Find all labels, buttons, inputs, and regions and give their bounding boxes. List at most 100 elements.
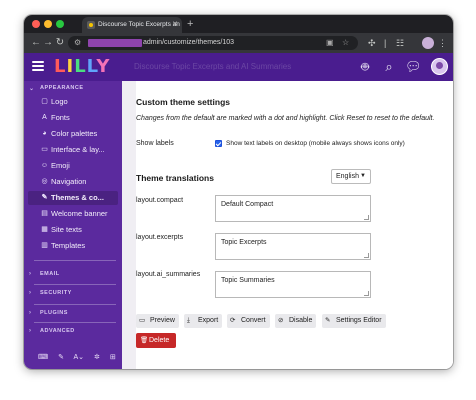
favicon-icon xyxy=(87,21,95,29)
sidebar-item-logo[interactable]: ▢ Logo xyxy=(28,95,118,109)
trash-icon: 🗑︎ xyxy=(140,337,149,344)
show-labels-description: Show text labels on desktop (mobile alwa… xyxy=(226,140,405,147)
compass-icon: ◎ xyxy=(41,178,48,185)
logo-letter: L xyxy=(86,56,97,77)
grid-icon[interactable]: ⊞ xyxy=(110,354,116,361)
preview-button[interactable]: ▭ Preview xyxy=(136,314,179,328)
logo-letter: L xyxy=(74,56,87,77)
address-bar[interactable]: ⚙ admin/customize/themes/103 ▣ ☆ xyxy=(68,36,358,50)
sidebar-item-themes[interactable]: ✎ Themes & co... xyxy=(28,191,118,205)
smile-icon: ☺ xyxy=(40,162,49,169)
extensions-icon[interactable]: ✣ xyxy=(368,36,376,50)
search-icon[interactable]: ⌕ xyxy=(381,59,397,75)
keyboard-icon[interactable]: ⌨ xyxy=(38,354,48,361)
forward-arrow-icon[interactable]: → xyxy=(42,36,54,50)
banner-icon: ▤ xyxy=(41,210,48,217)
gear-icon[interactable]: ✲ xyxy=(94,354,100,361)
browser-toolbar: ← → ↻ ⚙ admin/customize/themes/103 ▣ ☆ ✣… xyxy=(24,33,453,53)
more-menu-icon[interactable]: ⋮ xyxy=(438,36,447,50)
font-size-icon[interactable]: A⌄ xyxy=(74,354,85,361)
reload-icon[interactable]: ↻ xyxy=(54,36,66,50)
sidebar-section-appearance[interactable]: ⌄ APPEARANCE xyxy=(29,85,84,92)
sidebar-footer: ⌨ ✎ A⌄ ✲ ⊞ xyxy=(38,353,122,361)
custom-settings-subtitle: Changes from the default are marked with… xyxy=(136,115,435,122)
robot-icon[interactable]: 🤖︎ xyxy=(357,59,373,75)
sidebar-item-site-texts[interactable]: ▦ Site texts xyxy=(28,223,118,237)
hamburger-menu-icon[interactable] xyxy=(32,59,44,73)
pencil-icon: ✎ xyxy=(325,317,331,324)
ban-icon: ⊘ xyxy=(278,317,284,324)
plus-icon[interactable]: + xyxy=(187,16,193,32)
disable-button[interactable]: ⊘ Disable xyxy=(275,314,317,328)
sidebar-item-welcome-banner[interactable]: ▤ Welcome banner xyxy=(28,207,118,221)
reading-list-icon[interactable]: ☷ xyxy=(396,36,404,50)
sidebar-item-color-palettes[interactable]: ◕ Color palettes xyxy=(28,127,118,141)
palette-icon: ◕ xyxy=(42,130,47,137)
user-avatar[interactable] xyxy=(431,58,448,75)
image-icon: ▢ xyxy=(41,98,48,105)
chevron-right-icon: › xyxy=(29,310,32,316)
sidebar-section-plugins[interactable]: › PLUGINS xyxy=(29,310,68,316)
site-logo[interactable]: LILLY xyxy=(54,57,110,77)
window-zoom-button[interactable] xyxy=(56,20,64,28)
theme-detail-panel: Custom theme settings Changes from the d… xyxy=(136,81,453,369)
language-select[interactable]: English ▼ xyxy=(331,169,371,184)
sidebar-item-interface-layout[interactable]: ▭ Interface & lay... xyxy=(28,143,118,157)
sidebar-section-security[interactable]: › SECURITY xyxy=(29,290,72,296)
sidebar-divider xyxy=(34,260,116,261)
window-close-button[interactable] xyxy=(32,20,40,28)
translation-input-ai-summaries[interactable]: Topic Summaries xyxy=(215,271,371,298)
site-header: LILLY Discourse Topic Excerpts and AI Su… xyxy=(24,53,453,81)
chevron-right-icon: › xyxy=(29,290,32,296)
divider-bar: | xyxy=(384,38,387,48)
desktop-icon: ▭ xyxy=(41,146,48,153)
chevron-right-icon: › xyxy=(29,328,32,334)
sidebar-section-advanced[interactable]: › ADVANCED xyxy=(29,328,75,334)
theme-translations-heading: Theme translations xyxy=(136,173,214,183)
custom-settings-heading: Custom theme settings xyxy=(136,97,230,107)
chat-bubble-icon[interactable]: 💬︎ xyxy=(405,59,422,75)
logo-letter: Y xyxy=(96,56,111,77)
tab-title: Discourse Topic Excerpts an xyxy=(98,21,180,28)
site-info-icon[interactable]: ⚙ xyxy=(74,36,81,50)
template-icon: ▥ xyxy=(41,242,48,249)
show-labels-checkbox[interactable] xyxy=(215,140,222,147)
sidebar-item-templates[interactable]: ▥ Templates xyxy=(28,239,118,253)
sidebar-item-fonts[interactable]: A Fonts xyxy=(28,111,118,125)
paintbrush-icon[interactable]: ✎ xyxy=(58,354,64,361)
paintbrush-icon: ✎ xyxy=(41,194,48,201)
close-icon[interactable]: ✕ xyxy=(172,17,178,33)
url-redaction xyxy=(88,39,142,47)
translation-key-excerpts: layout.excerpts xyxy=(136,234,184,241)
sidebar-divider xyxy=(34,284,116,285)
sidebar-item-emoji[interactable]: ☺ Emoji xyxy=(28,159,118,173)
logo-letter: L xyxy=(54,56,67,77)
settings-editor-button[interactable]: ✎ Settings Editor xyxy=(322,314,386,328)
caret-down-icon: ▼ xyxy=(360,173,366,179)
bookmark-star-icon[interactable]: ☆ xyxy=(342,36,349,50)
translation-key-ai-summaries: layout.ai_summaries xyxy=(136,271,201,278)
convert-button[interactable]: ⟳ Convert xyxy=(227,314,270,328)
browser-tab-active[interactable]: Discourse Topic Excerpts an ✕ xyxy=(82,17,182,33)
sidebar-section-email[interactable]: › EMAIL xyxy=(29,271,60,277)
sidebar-item-navigation[interactable]: ◎ Navigation xyxy=(28,175,118,189)
profile-avatar[interactable] xyxy=(422,37,434,49)
arrows-rotate-icon: ⟳ xyxy=(230,317,236,324)
translation-input-excerpts[interactable]: Topic Excerpts xyxy=(215,233,371,260)
show-labels-label: Show labels xyxy=(136,140,174,147)
language-select-value: English xyxy=(336,173,359,180)
translation-input-compact[interactable]: Default Compact xyxy=(215,195,371,222)
font-icon: A xyxy=(42,114,47,121)
window-minimize-button[interactable] xyxy=(44,20,52,28)
main-content: Custom theme settings Changes from the d… xyxy=(122,81,453,369)
install-app-icon[interactable]: ▣ xyxy=(326,36,334,50)
chevron-down-icon: ⌄ xyxy=(29,86,35,92)
header-topic-title: Discourse Topic Excerpts and AI Summarie… xyxy=(134,62,292,71)
text-icon: ▦ xyxy=(41,226,48,233)
back-arrow-icon[interactable]: ← xyxy=(30,36,42,50)
translation-key-compact: layout.compact xyxy=(136,197,184,204)
delete-button[interactable]: 🗑︎Delete xyxy=(136,333,176,348)
export-button[interactable]: ⤓ Export xyxy=(184,314,223,328)
browser-window: Discourse Topic Excerpts an ✕ + ← → ↻ ⚙ … xyxy=(24,15,453,369)
download-icon: ⤓ xyxy=(187,317,190,324)
